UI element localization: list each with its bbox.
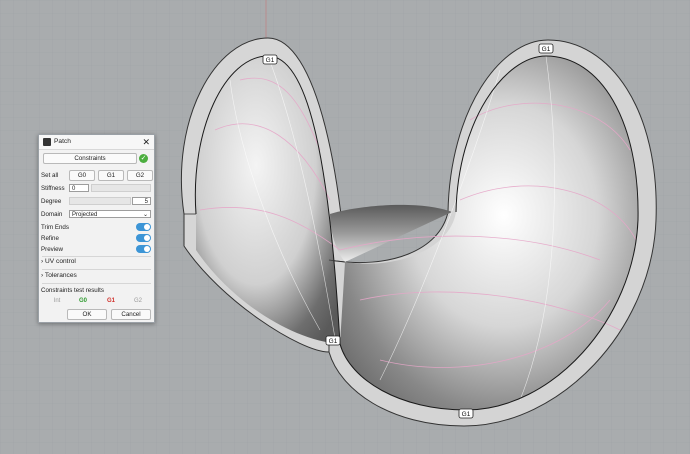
svg-text:G1: G1 [266, 57, 275, 64]
results-title: Constraints test results [41, 287, 104, 294]
chevron-right-icon: › [41, 258, 44, 265]
ok-button[interactable]: OK [67, 309, 107, 320]
close-icon[interactable]: ✕ [142, 136, 150, 148]
preview-label: Preview [41, 246, 64, 253]
g1-marker: G1 [458, 408, 474, 419]
degree-slider[interactable] [69, 197, 131, 205]
tolerances-label: Tolerances [44, 272, 77, 279]
constraints-button[interactable]: Constraints [43, 153, 137, 164]
set-all-g1-button[interactable]: G1 [98, 170, 124, 181]
svg-text:G1: G1 [462, 411, 471, 418]
dialog-titlebar[interactable]: Patch ✕ [39, 135, 154, 150]
trim-ends-toggle[interactable] [136, 223, 151, 231]
stiffness-slider[interactable] [91, 184, 151, 192]
tolerances-expander[interactable]: › Tolerances [41, 272, 77, 279]
uv-control-expander[interactable]: › UV control [41, 258, 76, 265]
preview-toggle[interactable] [136, 245, 151, 253]
stiffness-label: Stiffness [41, 185, 65, 192]
g1-marker: G1 [262, 54, 278, 65]
set-all-g0-button[interactable]: G0 [69, 170, 95, 181]
check-circle-icon: ✓ [139, 154, 148, 163]
dialog-title: Patch [54, 138, 71, 145]
domain-label: Domain [41, 211, 63, 218]
g1-marker: G1 [538, 43, 554, 54]
cancel-button[interactable]: Cancel [111, 309, 151, 320]
result-g1: G1 [106, 298, 115, 304]
chevron-down-icon: ⌄ [142, 212, 148, 218]
divider [42, 269, 151, 270]
trim-ends-label: Trim Ends [41, 224, 69, 231]
chevron-right-icon: › [41, 272, 44, 279]
patch-dialog: Patch ✕ Constraints ✓ Set all G0 G1 G2 S… [38, 134, 155, 323]
refine-label: Refine [41, 235, 59, 242]
domain-select[interactable]: Projected ⌄ [69, 210, 151, 218]
result-int: Int [53, 298, 61, 304]
degree-input[interactable]: 5 [132, 197, 151, 205]
set-all-label: Set all [41, 172, 59, 179]
result-g0: G0 [78, 298, 87, 304]
svg-text:G1: G1 [329, 338, 338, 345]
refine-toggle[interactable] [136, 234, 151, 242]
degree-label: Degree [41, 198, 62, 205]
result-g2: G2 [133, 298, 142, 304]
domain-select-value: Projected [72, 212, 98, 218]
divider [42, 283, 151, 284]
uv-control-label: UV control [45, 258, 76, 265]
g1-marker: G1 [325, 335, 341, 346]
set-all-g2-button[interactable]: G2 [127, 170, 153, 181]
svg-text:G1: G1 [542, 46, 551, 53]
patch-icon [43, 138, 51, 146]
divider [42, 256, 151, 257]
stiffness-input[interactable]: 0 [69, 184, 89, 192]
